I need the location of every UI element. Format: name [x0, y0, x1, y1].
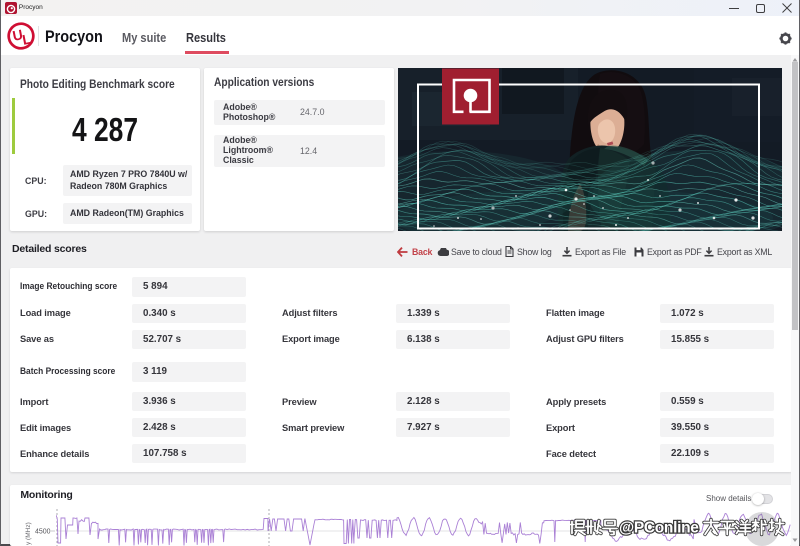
svg-text:4500: 4500 — [35, 529, 51, 536]
svg-text:L: L — [21, 30, 33, 47]
svg-text:@PConline: @PConline — [619, 520, 699, 537]
svg-text:y (MHz): y (MHz) — [25, 522, 32, 545]
